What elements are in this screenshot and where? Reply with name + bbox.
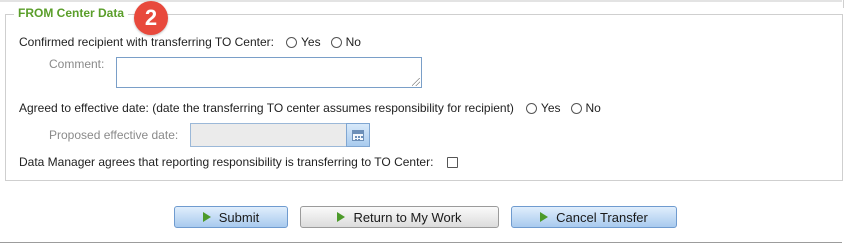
return-to-my-work-button[interactable]: Return to My Work xyxy=(300,206,499,228)
resize-grip-icon[interactable] xyxy=(412,78,420,86)
confirm-yes-radio[interactable] xyxy=(286,36,297,48)
play-arrow-icon xyxy=(202,212,211,222)
cancel-label: Cancel Transfer xyxy=(556,209,648,225)
agree-no-label[interactable]: No xyxy=(586,101,601,115)
step-badge: 2 xyxy=(134,1,168,35)
comment-label: Comment: xyxy=(49,57,105,71)
agree-yes-label[interactable]: Yes xyxy=(541,101,561,115)
agree-no-radio[interactable] xyxy=(570,102,582,114)
agree-label: Agreed to effective date: (date the tran… xyxy=(19,101,514,115)
confirm-label: Confirmed recipient with transferring TO… xyxy=(19,35,274,49)
cancel-transfer-button[interactable]: Cancel Transfer xyxy=(511,206,677,228)
submit-label: Submit xyxy=(218,209,260,225)
confirm-no-radio[interactable] xyxy=(330,36,342,48)
right-edge xyxy=(843,0,844,8)
confirm-row: Confirmed recipient with transferring TO… xyxy=(19,35,361,49)
data-manager-checkbox[interactable] xyxy=(447,156,459,168)
proposed-date-input[interactable] xyxy=(190,123,346,147)
submit-button[interactable]: Submit xyxy=(174,206,288,228)
comment-textarea[interactable] xyxy=(116,57,422,88)
comment-row: Comment: xyxy=(49,57,104,71)
agree-yes-radio[interactable] xyxy=(525,102,537,114)
calendar-button[interactable] xyxy=(346,123,370,147)
data-manager-label: Data Manager agrees that reporting respo… xyxy=(19,155,434,169)
proposed-date-label: Proposed effective date: xyxy=(49,128,179,142)
return-label: Return to My Work xyxy=(353,209,462,225)
top-divider xyxy=(0,0,842,2)
section-legend: FROM Center Data xyxy=(14,6,129,20)
bottom-divider xyxy=(0,242,842,243)
confirm-no-label[interactable]: No xyxy=(346,35,361,49)
calendar-icon xyxy=(352,129,364,141)
data-manager-row: Data Manager agrees that reporting respo… xyxy=(19,155,459,169)
confirm-yes-label[interactable]: Yes xyxy=(301,35,321,49)
play-arrow-icon xyxy=(540,212,549,222)
proposed-date-row: Proposed effective date: xyxy=(49,128,178,142)
play-arrow-icon xyxy=(337,212,346,222)
agree-row: Agreed to effective date: (date the tran… xyxy=(19,101,601,115)
